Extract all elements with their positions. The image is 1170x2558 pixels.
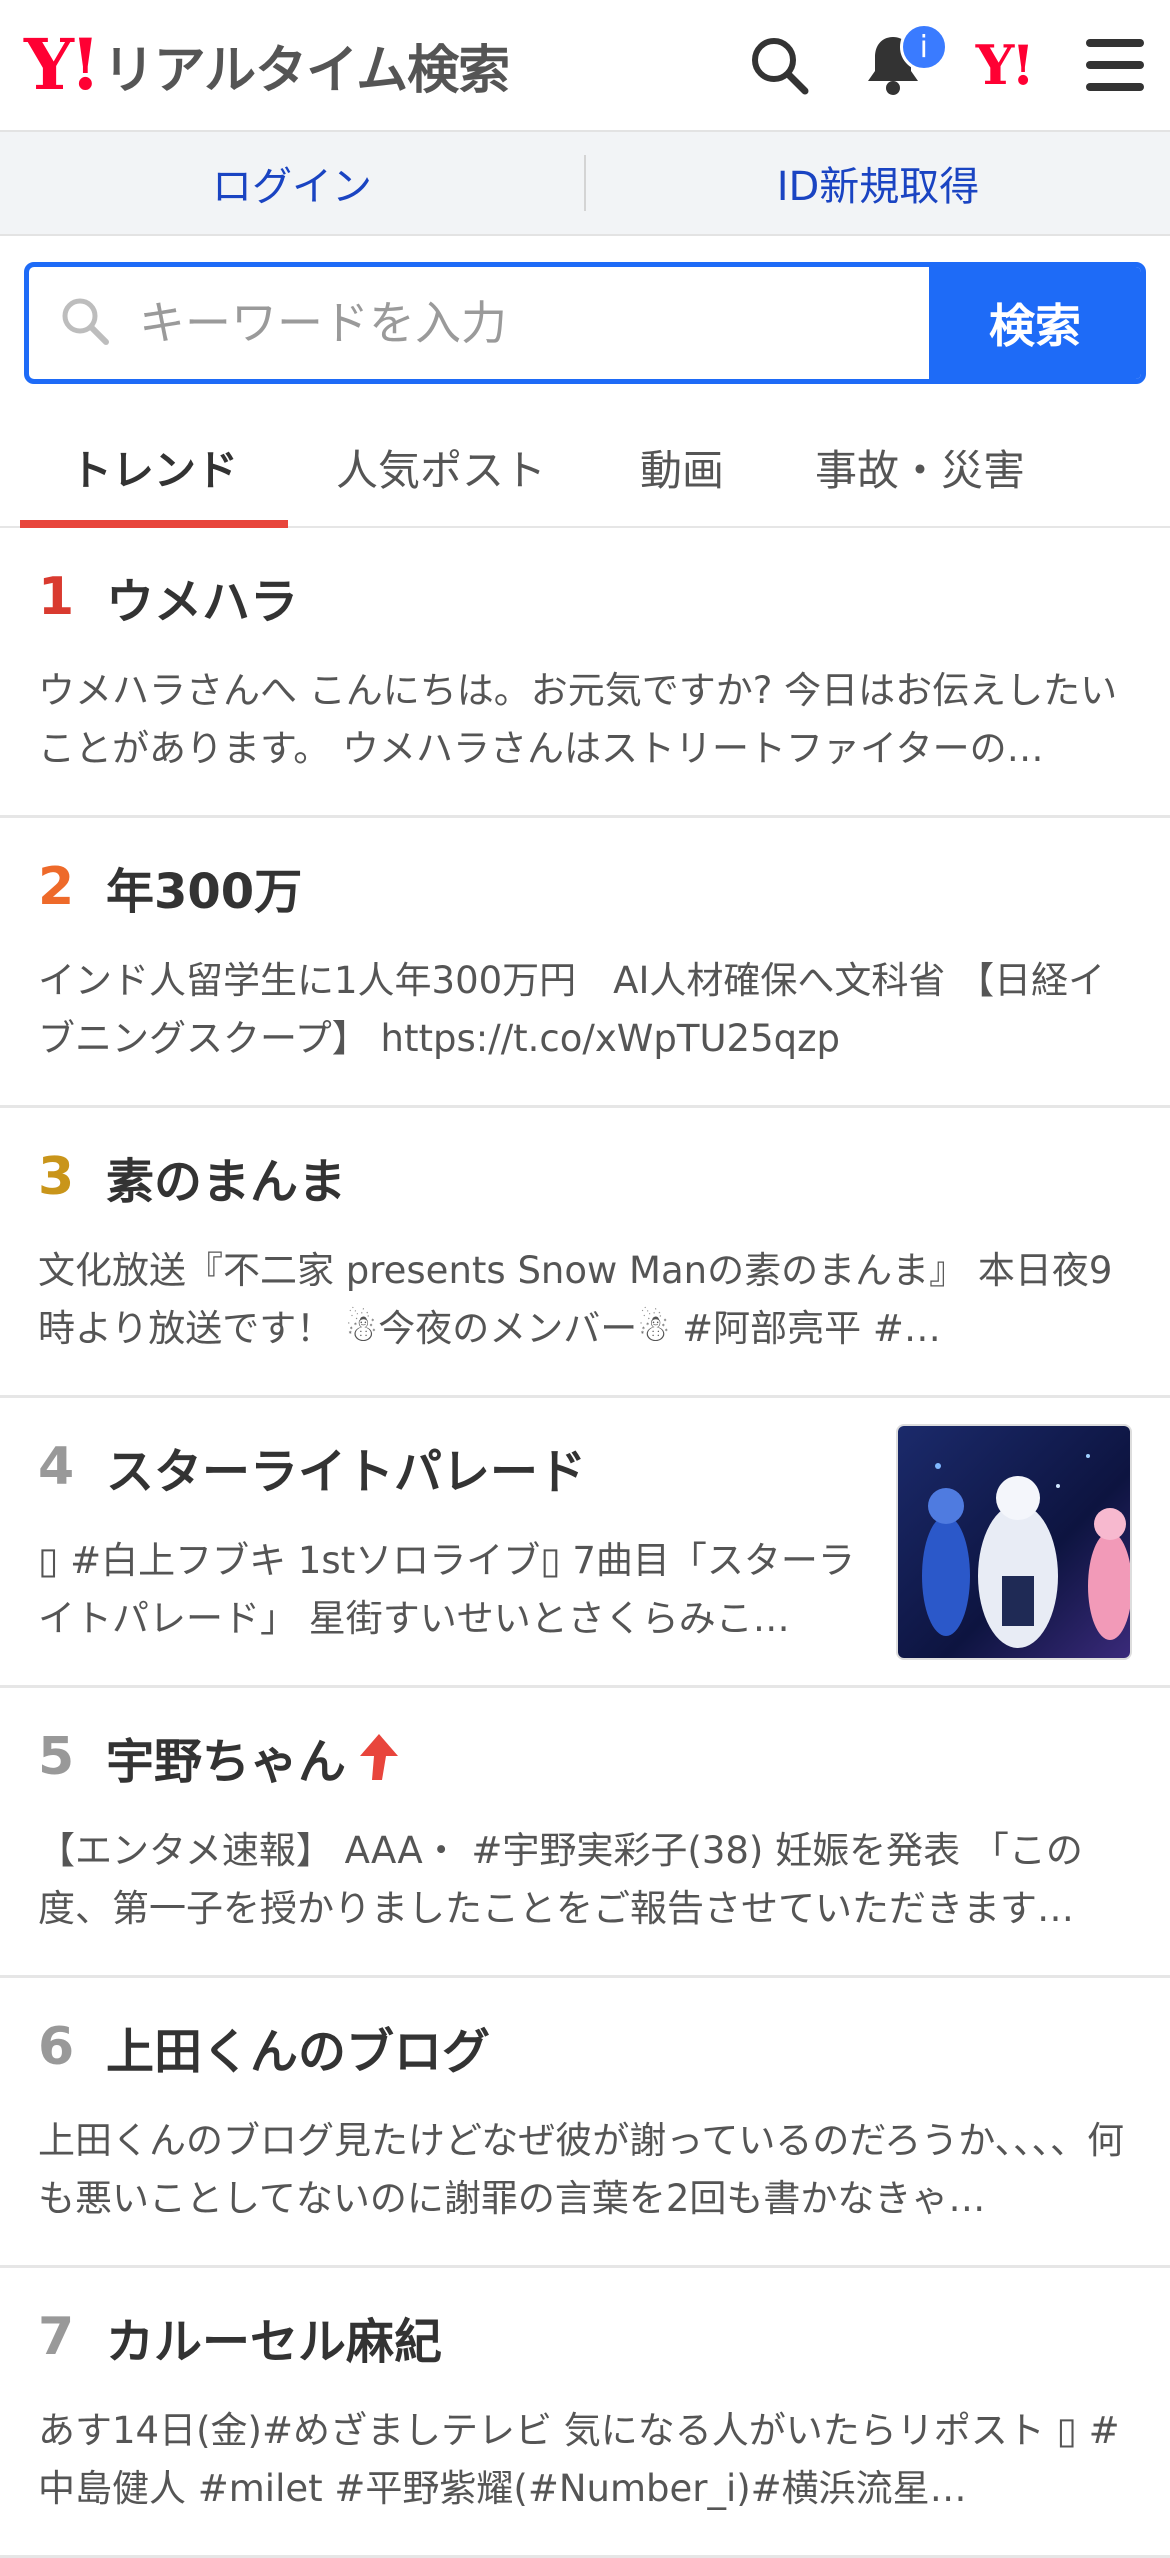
rank-number: 4 (38, 1437, 75, 1497)
login-link[interactable]: ログイン (0, 154, 584, 212)
search-icon[interactable] (748, 34, 810, 96)
menu-icon[interactable] (1084, 37, 1146, 93)
trend-description: ▯ #白上フブキ 1stソロライブ▯ 7曲目「スターライトパレード」 星街すいせ… (38, 1539, 855, 1640)
rank-number: 1 (38, 567, 75, 627)
trend-item[interactable]: 7 カルーセル麻紀 あす14日(金)#めざましテレビ 気になる人がいたらリポスト… (0, 2268, 1170, 2558)
bell-icon[interactable]: i (862, 23, 948, 97)
trend-item[interactable]: 6 上田くんのブログ 上田くんのブログ見たけどなぜ彼が謝っているのだろうか、、、… (0, 1978, 1170, 2268)
login-bar: ログイン ID新規取得 (0, 132, 1170, 236)
search-field (29, 267, 929, 379)
rank-number: 5 (38, 1727, 75, 1787)
trend-title: カルーセル麻紀 (106, 2314, 443, 2370)
trend-list: 1 ウメハラ ウメハラさんへ こんにちは。お元気ですか? 今日はお伝えしたいこと… (0, 528, 1170, 2558)
trend-item[interactable]: 3 素のまんま 文化放送『不二家 presents Snow Manの素のまんま… (0, 1108, 1170, 1398)
trend-title: 年300万 (106, 864, 303, 920)
rising-arrow-icon (358, 1732, 400, 1782)
logo-text: リアルタイム検索 (102, 40, 510, 101)
trend-description: 上田くんのブログ見たけどなぜ彼が謝っているのだろうか、、、、何も悪いことしてない… (38, 2119, 1124, 2220)
trend-item[interactable]: 5 宇野ちゃん 【エンタメ速報】 AAA・ #宇野実彩子(38) 妊娠を発表 「… (0, 1688, 1170, 1978)
trend-description: あす14日(金)#めざましテレビ 気になる人がいたらリポスト ▯ #中島健人 #… (38, 2409, 1120, 2510)
trend-thumbnail[interactable] (896, 1424, 1132, 1660)
rank-number: 3 (38, 1147, 75, 1207)
search-button[interactable]: 検索 (929, 267, 1141, 379)
category-tabs: トレンド 人気ポスト 動画 事故・災害 (0, 408, 1170, 528)
trend-description: 文化放送『不二家 presents Snow Manの素のまんま』 本日夜9時よ… (38, 1249, 1113, 1350)
trend-description: インド人留学生に1人年300万円 AI人材確保へ文科省 【日経イブニングスクープ… (38, 959, 1106, 1060)
trend-title: 宇野ちゃん (106, 1734, 347, 1790)
yj-mark: Y! (975, 33, 1035, 97)
tab-popular-posts[interactable]: 人気ポスト (288, 408, 594, 526)
trend-description: 【エンタメ速報】 AAA・ #宇野実彩子(38) 妊娠を発表 「この度、第一子を… (38, 1829, 1083, 1930)
notification-badge: i (899, 23, 948, 71)
search-bar: 検索 (24, 262, 1146, 384)
trend-item[interactable]: 1 ウメハラ ウメハラさんへ こんにちは。お元気ですか? 今日はお伝えしたいこと… (0, 528, 1170, 818)
rank-number: 6 (38, 2017, 75, 2077)
yahoo-logo-mark: Y! (24, 23, 101, 106)
trend-title: 素のまんま (106, 1154, 347, 1210)
trend-title: ウメハラ (106, 574, 299, 630)
trend-title: 上田くんのブログ (106, 2024, 491, 2080)
app-header: Y! リアルタイム検索 i Y! (0, 0, 1170, 132)
search-field-icon (59, 295, 111, 351)
tab-accidents-disasters[interactable]: 事故・災害 (770, 408, 1070, 526)
register-link[interactable]: ID新規取得 (586, 154, 1170, 212)
tab-trend[interactable]: トレンド (20, 408, 288, 528)
trend-item[interactable]: 4 スターライトパレード ▯ #白上フブキ 1stソロライブ▯ 7曲目「スターラ… (0, 1398, 1170, 1688)
trend-description: ウメハラさんへ こんにちは。お元気ですか? 今日はお伝えしたいことがあります。 … (38, 669, 1118, 770)
yahoo-japan-icon[interactable]: Y! (975, 33, 1035, 97)
trend-title: スターライトパレード (106, 1444, 587, 1500)
rank-number: 7 (38, 2307, 75, 2367)
tab-video[interactable]: 動画 (594, 408, 770, 526)
rank-number: 2 (38, 857, 75, 917)
search-input[interactable] (137, 295, 929, 351)
trend-item[interactable]: 2 年300万 インド人留学生に1人年300万円 AI人材確保へ文科省 【日経イ… (0, 818, 1170, 1108)
site-logo[interactable]: Y! リアルタイム検索 (24, 23, 510, 106)
